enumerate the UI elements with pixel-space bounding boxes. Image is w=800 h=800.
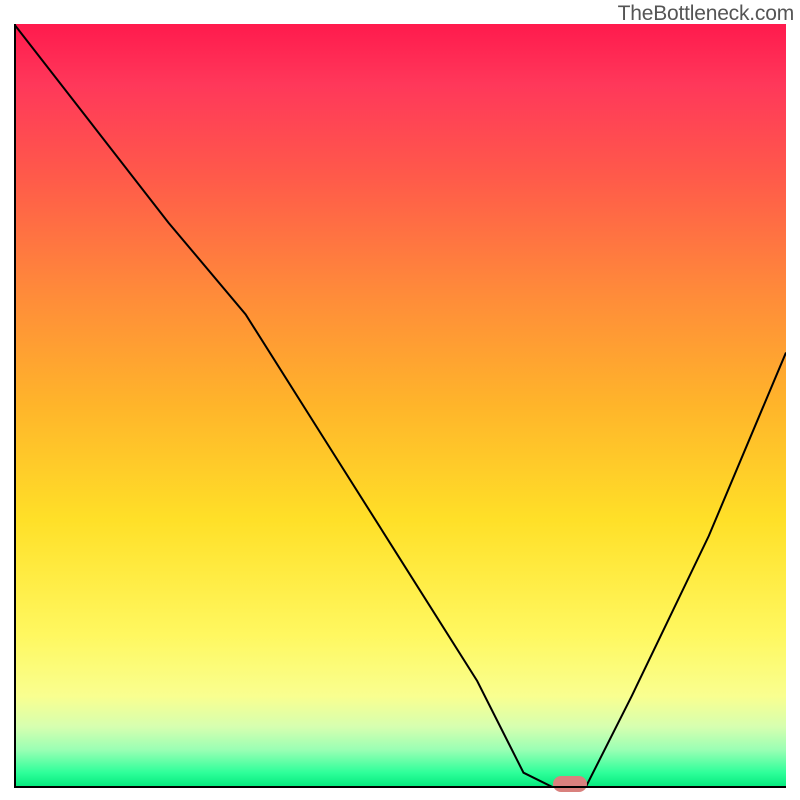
bottleneck-chart: TheBottleneck.com [0, 0, 800, 800]
optimal-marker [553, 776, 587, 792]
bottleneck-line [14, 24, 786, 788]
curve-svg [14, 24, 786, 788]
watermark-text: TheBottleneck.com [618, 2, 794, 26]
